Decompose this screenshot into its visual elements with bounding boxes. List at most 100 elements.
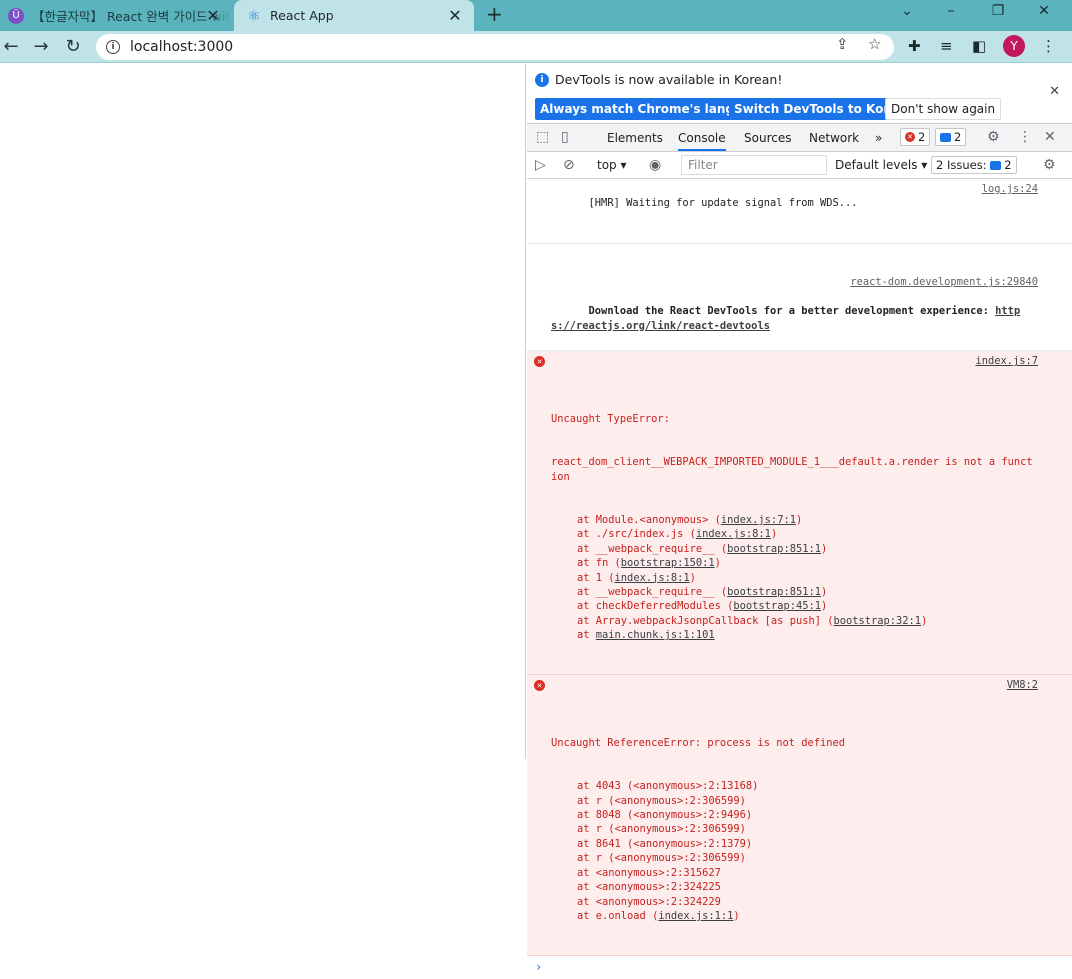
- stack-frame: at <anonymous>:2:324229: [577, 895, 721, 908]
- stack-trace: at Module.<anonymous> (index.js:7:1) at .…: [551, 513, 1038, 643]
- stack-frame: at checkDeferredModules (bootstrap:45:1): [577, 600, 828, 613]
- error-icon: ✕: [905, 132, 915, 142]
- tab-elements[interactable]: Elements: [607, 131, 663, 145]
- console-output: [HMR] Waiting for update signal from WDS…: [527, 179, 1072, 979]
- side-panel-icon[interactable]: ◧: [972, 37, 986, 55]
- browser-tab-udemy[interactable]: Ū 【한글자막】 React 완벽 가이드 with ✕: [0, 0, 232, 31]
- source-link[interactable]: bootstrap:150:1: [621, 557, 715, 569]
- browser-toolbar: ← → ↻ i localhost:3000 ⇪ ☆ ✚ ≡ ◧ Y ⋮: [0, 31, 1072, 63]
- stack-frame: at e.onload (index.js:1:1): [577, 909, 740, 922]
- info-icon: i: [535, 72, 549, 87]
- tab-title: 【한글자막】 React 완벽 가이드 with: [32, 9, 232, 24]
- share-icon[interactable]: ⇪: [836, 35, 849, 53]
- tab-sources[interactable]: Sources: [744, 131, 791, 145]
- log-levels-dropdown[interactable]: Default levels ▾: [835, 158, 927, 172]
- source-link[interactable]: index.js:7:1: [721, 514, 796, 526]
- error-count-badge[interactable]: ✕ 2: [900, 128, 931, 146]
- console-error-referenceerror: ✕ VM8:2 Uncaught ReferenceError: process…: [527, 675, 1072, 957]
- stack-frame: at r (<anonymous>:2:306599): [577, 852, 746, 865]
- console-toolbar: ▷ ⊘ top ▾ ◉ Filter Default levels ▾ 2 Is…: [527, 152, 1072, 179]
- minimize-button[interactable]: –: [928, 0, 974, 22]
- source-link[interactable]: index.js:8:1: [615, 572, 690, 584]
- source-link[interactable]: VM8:2: [1007, 678, 1038, 692]
- tab-strip: Ū 【한글자막】 React 완벽 가이드 with ✕ ⚛ React App…: [0, 0, 1072, 31]
- stack-frame: at Array.webpackJsonpCallback [as push] …: [577, 614, 928, 627]
- react-icon: ⚛: [247, 6, 261, 25]
- window-close-button[interactable]: ✕: [1021, 0, 1067, 22]
- stack-frame: at 8641 (<anonymous>:2:1379): [577, 837, 753, 850]
- stack-frame: at <anonymous>:2:324225: [577, 881, 721, 894]
- gear-icon[interactable]: ⚙: [987, 129, 1000, 145]
- address-bar[interactable]: i localhost:3000: [96, 34, 894, 60]
- device-toolbar-icon[interactable]: ▯: [561, 129, 569, 145]
- clear-console-icon[interactable]: ⊘: [563, 157, 575, 173]
- message-icon: [940, 132, 951, 142]
- more-tabs-icon[interactable]: »: [875, 131, 882, 145]
- source-link[interactable]: index.js:7: [975, 354, 1038, 368]
- close-icon[interactable]: ✕: [1049, 84, 1060, 99]
- media-control-icon[interactable]: ≡: [940, 37, 953, 55]
- close-icon[interactable]: ✕: [446, 6, 464, 25]
- source-link[interactable]: react-dom.development.js:29840: [551, 275, 1038, 289]
- devtools-panel: i DevTools is now available in Korean! A…: [527, 64, 1072, 974]
- issues-button[interactable]: 2 Issues: 2: [931, 156, 1017, 174]
- stack-frame: at ./src/index.js (index.js:8:1): [577, 528, 778, 541]
- message-icon: [990, 160, 1002, 170]
- back-icon[interactable]: ←: [0, 36, 22, 57]
- message-count-badge[interactable]: 2: [935, 128, 967, 146]
- console-prompt[interactable]: ›: [527, 956, 1072, 978]
- chevron-down-icon[interactable]: ⌄: [884, 0, 930, 22]
- url-text: localhost:3000: [130, 39, 234, 55]
- error-icon: ✕: [534, 356, 545, 368]
- site-info-icon[interactable]: i: [106, 40, 120, 54]
- avatar[interactable]: Y: [1003, 35, 1025, 57]
- source-link[interactable]: bootstrap:851:1: [727, 543, 821, 555]
- stack-frame: at __webpack_require__ (bootstrap:851:1): [577, 542, 828, 555]
- source-link[interactable]: bootstrap:45:1: [733, 600, 821, 612]
- console-message-react-devtools: react-dom.development.js:29840 Download …: [527, 244, 1072, 352]
- browser-tab-react-app[interactable]: ⚛ React App ✕: [234, 0, 474, 31]
- menu-kebab-icon[interactable]: ⋮: [1018, 129, 1032, 145]
- gear-icon[interactable]: ⚙: [1043, 157, 1056, 173]
- devtools-tabbar: ⬚ ▯ Elements Console Sources Network » ✕…: [527, 124, 1072, 152]
- extensions-icon[interactable]: ✚: [908, 37, 921, 55]
- eye-icon[interactable]: ◉: [649, 157, 661, 173]
- new-tab-button[interactable]: +: [486, 2, 503, 26]
- stack-frame: at fn (bootstrap:150:1): [577, 557, 721, 570]
- source-link[interactable]: main.chunk.js:1:101: [596, 629, 715, 641]
- restore-button[interactable]: ❐: [975, 0, 1021, 22]
- source-link[interactable]: index.js:8:1: [696, 528, 771, 540]
- source-link[interactable]: index.js:1:1: [658, 910, 733, 922]
- inspect-element-icon[interactable]: ⬚: [536, 129, 549, 145]
- source-link[interactable]: bootstrap:32:1: [833, 615, 921, 627]
- tab-console[interactable]: Console: [678, 131, 726, 151]
- source-link[interactable]: bootstrap:851:1: [727, 586, 821, 598]
- udemy-icon: Ū: [8, 7, 24, 24]
- console-error-typeerror: ✕ index.js:7 Uncaught TypeError: react_d…: [527, 351, 1072, 676]
- tab-network[interactable]: Network: [809, 131, 859, 145]
- reload-icon[interactable]: ↻: [62, 36, 84, 57]
- stack-frame: at 8048 (<anonymous>:2:9496): [577, 809, 753, 822]
- filter-input[interactable]: Filter: [681, 155, 827, 175]
- console-message-hmr: [HMR] Waiting for update signal from WDS…: [527, 179, 1072, 244]
- sidebar-toggle-icon[interactable]: ▷: [535, 157, 546, 173]
- stack-frame: at 1 (index.js:8:1): [577, 571, 696, 584]
- error-icon: ✕: [534, 680, 545, 692]
- forward-icon[interactable]: →: [30, 36, 52, 57]
- stack-frame: at Module.<anonymous> (index.js:7:1): [577, 513, 803, 526]
- stack-frame: at __webpack_require__ (bootstrap:851:1): [577, 585, 828, 598]
- infobar-message: DevTools is now available in Korean!: [555, 72, 783, 87]
- source-link[interactable]: log.js:24: [982, 182, 1038, 196]
- menu-kebab-icon[interactable]: ⋮: [1041, 37, 1056, 55]
- stack-frame: at r (<anonymous>:2:306599): [577, 823, 746, 836]
- devtools-infobar: i DevTools is now available in Korean! A…: [527, 64, 1072, 124]
- stack-trace: at 4043 (<anonymous>:2:13168) at r (<anon…: [551, 779, 1038, 923]
- bookmark-star-icon[interactable]: ☆: [868, 35, 881, 53]
- page-viewport: [0, 64, 526, 759]
- stack-frame: at r (<anonymous>:2:306599): [577, 794, 746, 807]
- stack-frame: at <anonymous>:2:315627: [577, 866, 721, 879]
- close-icon[interactable]: ✕: [204, 6, 222, 25]
- close-icon[interactable]: ✕: [1044, 129, 1056, 145]
- dont-show-again-button[interactable]: Don't show again: [885, 98, 1002, 120]
- context-selector[interactable]: top ▾: [597, 158, 627, 172]
